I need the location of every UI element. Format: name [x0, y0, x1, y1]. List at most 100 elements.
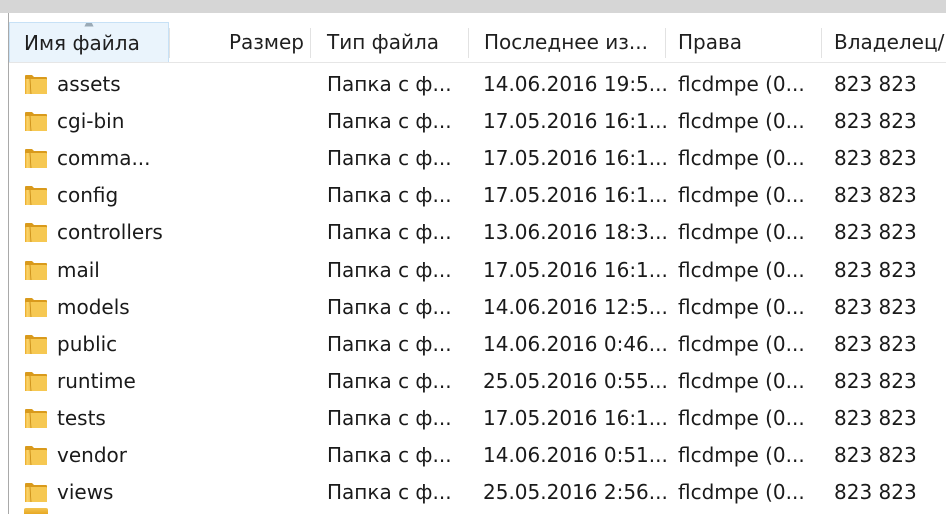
cell-perms: flcdmpe (0...: [678, 146, 805, 171]
cell-modified: 25.05.2016 0:55...: [483, 368, 668, 393]
list-item[interactable]: cgi-bin Папка с ф... 17.05.2016 16:1... flc…: [9, 103, 946, 140]
cell-owner: 823 823: [834, 72, 917, 96]
cell-name: controllers: [57, 220, 163, 245]
cell-owner: 823 823: [834, 368, 917, 393]
sort-ascending-icon: ▲: [84, 23, 93, 27]
list-item[interactable]: vendor Папка с ф... 14.06.2016 0:51... flcd…: [9, 437, 946, 474]
folder-icon: [25, 297, 47, 317]
cell-perms: flcdmpe (0...: [678, 443, 805, 467]
cell-modified: 13.06.2016 18:3...: [483, 220, 668, 245]
cell-owner: 823 823: [834, 480, 917, 505]
list-item[interactable]: public Папка с ф... 14.06.2016 0:46... flcd…: [9, 326, 946, 363]
cell-owner: 823 823: [834, 331, 917, 356]
cell-perms: flcdmpe (0...: [678, 294, 805, 319]
cell-modified: 17.05.2016 16:1...: [483, 146, 668, 171]
cell-type: Папка с ф...: [327, 220, 452, 245]
cell-name: config: [57, 183, 119, 208]
list-item[interactable]: controllers Папка с ф... 13.06.2016 18:3..…: [9, 214, 946, 251]
list-item[interactable]: assets Папка с ф... 14.06.2016 19:5... flcd…: [9, 66, 946, 103]
column-header-label: Размер: [228, 30, 304, 54]
cell-name: vendor: [57, 443, 127, 467]
cell-name: public: [57, 331, 118, 356]
column-header-permissions[interactable]: Права: [666, 22, 821, 62]
cell-owner: 823 823: [834, 146, 917, 171]
cell-type: Папка с ф...: [327, 72, 452, 96]
partial-list-item: [9, 508, 946, 514]
folder-icon: [25, 408, 47, 428]
cell-owner: 823 823: [834, 109, 917, 134]
cell-perms: flcdmpe (0...: [678, 72, 805, 96]
column-header-owner[interactable]: Владелец/: [822, 22, 946, 62]
cell-type: Папка с ф...: [327, 294, 452, 319]
column-header-size[interactable]: Размер: [170, 22, 310, 62]
cell-type: Папка с ф...: [327, 405, 452, 430]
cell-modified: 17.05.2016 16:1...: [483, 183, 668, 208]
cell-modified: 17.05.2016 16:1...: [483, 109, 668, 134]
cell-perms: flcdmpe (0...: [678, 220, 805, 245]
column-header-label: Владелец/: [834, 30, 945, 54]
column-header-modified[interactable]: Последнее из...: [469, 22, 665, 62]
cell-modified: 14.06.2016 0:51...: [483, 443, 668, 467]
cell-modified: 25.05.2016 2:56...: [483, 480, 668, 505]
column-header-label: Имя файла: [24, 31, 140, 55]
cell-name: comma...: [57, 146, 151, 171]
cell-owner: 823 823: [834, 294, 917, 319]
column-header-label: Тип файла: [327, 30, 440, 54]
list-item[interactable]: models Папка с ф... 14.06.2016 12:5... flcd…: [9, 289, 946, 326]
list-item[interactable]: tests Папка с ф... 17.05.2016 16:1... flcdm…: [9, 400, 946, 437]
list-item[interactable]: config Папка с ф... 17.05.2016 16:1... flcd…: [9, 177, 946, 214]
cell-perms: flcdmpe (0...: [678, 257, 805, 282]
cell-perms: flcdmpe (0...: [678, 109, 805, 134]
cell-type: Папка с ф...: [327, 146, 452, 171]
cell-type: Папка с ф...: [327, 368, 452, 393]
cell-modified: 17.05.2016 16:1...: [483, 257, 668, 282]
folder-icon: [25, 483, 47, 503]
cell-perms: flcdmpe (0...: [678, 480, 805, 505]
cell-type: Папка с ф...: [327, 183, 452, 208]
folder-icon: [25, 186, 47, 206]
cell-name: cgi-bin: [57, 109, 125, 134]
folder-icon: [25, 75, 47, 95]
cell-owner: 823 823: [834, 257, 917, 282]
cell-type: Папка с ф...: [327, 443, 452, 467]
cell-perms: flcdmpe (0...: [678, 331, 805, 356]
list-item[interactable]: mail Папка с ф... 17.05.2016 16:1... flcdmp…: [9, 252, 946, 289]
folder-icon: [25, 112, 47, 132]
cell-name: tests: [57, 405, 106, 430]
folder-icon: [25, 223, 47, 243]
folder-icon: [25, 334, 47, 354]
folder-icon: [25, 260, 47, 280]
cell-owner: 823 823: [834, 405, 917, 430]
column-header-type[interactable]: Тип файла: [311, 22, 468, 62]
cell-name: runtime: [57, 368, 136, 393]
cell-owner: 823 823: [834, 183, 917, 208]
cell-owner: 823 823: [834, 220, 917, 245]
list-item[interactable]: views Папка с ф... 25.05.2016 2:56... flcdm…: [9, 474, 946, 511]
cell-type: Папка с ф...: [327, 109, 452, 134]
cell-name: views: [57, 480, 114, 505]
cell-perms: flcdmpe (0...: [678, 368, 805, 393]
list-item[interactable]: runtime Папка с ф... 25.05.2016 0:55... flc…: [9, 363, 946, 400]
list-item[interactable]: comma... Папка с ф... 17.05.2016 16:1... fl…: [9, 140, 946, 177]
cell-name: models: [57, 294, 130, 319]
cell-modified: 17.05.2016 16:1...: [483, 405, 668, 430]
folder-icon: [25, 371, 47, 391]
cell-name: mail: [57, 257, 100, 282]
folder-icon: [25, 149, 47, 169]
cell-modified: 14.06.2016 0:46...: [483, 331, 668, 356]
cell-perms: flcdmpe (0...: [678, 183, 805, 208]
column-header: ▲ Имя файла Размер Тип файла Последнее и…: [9, 22, 946, 63]
cell-modified: 14.06.2016 19:5...: [483, 72, 668, 96]
folder-icon: [24, 508, 48, 514]
cell-type: Папка с ф...: [327, 257, 452, 282]
column-header-label: Права: [678, 30, 743, 54]
cell-owner: 823 823: [834, 443, 917, 467]
cell-type: Папка с ф...: [327, 480, 452, 505]
cell-type: Папка с ф...: [327, 331, 452, 356]
column-header-label: Последнее из...: [484, 30, 648, 54]
cell-perms: flcdmpe (0...: [678, 405, 805, 430]
folder-icon: [25, 446, 47, 466]
column-header-filename[interactable]: ▲ Имя файла: [9, 22, 169, 62]
cell-modified: 14.06.2016 12:5...: [483, 294, 668, 319]
cell-name: assets: [57, 72, 121, 96]
